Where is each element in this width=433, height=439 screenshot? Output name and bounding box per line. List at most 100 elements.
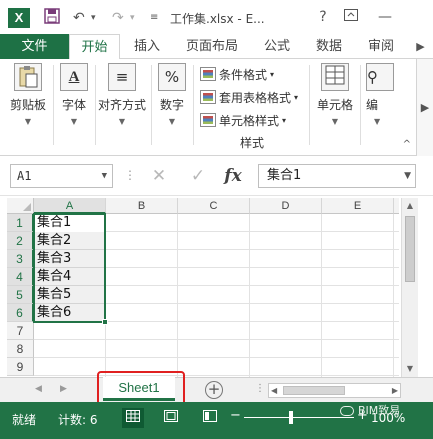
format-as-table-button[interactable]: 套用表格格式 ▾ (200, 87, 298, 107)
row-header[interactable]: 4 (7, 268, 34, 286)
wechat-icon (340, 406, 354, 416)
formula-bar-resize-handle[interactable]: ⋮ (124, 168, 136, 182)
normal-view-icon[interactable] (122, 408, 144, 428)
font-group[interactable]: A 字体 ▼ (56, 63, 92, 126)
column-header-partial[interactable] (394, 198, 399, 214)
cell-a3[interactable]: 集合3 (34, 250, 106, 268)
page-layout-view-icon[interactable] (160, 408, 182, 428)
next-sheet-icon[interactable]: ▶ (60, 384, 67, 394)
undo-icon[interactable]: ↶ (73, 8, 85, 28)
name-box[interactable]: A1 ▼ (10, 164, 113, 188)
fill-handle[interactable] (102, 319, 108, 325)
row-header[interactable]: 6 (7, 304, 34, 322)
number-group[interactable]: % 数字 ▼ (155, 63, 189, 126)
font-icon: A (60, 63, 88, 91)
row-header[interactable]: 9 (7, 358, 34, 376)
redo-icon[interactable]: ↷ (112, 8, 124, 28)
alignment-label: 对齐方式 (97, 98, 146, 112)
percent-icon: % (158, 63, 186, 91)
spreadsheet-grid[interactable]: A B C D E 1 2 3 4 5 6 7 8 9 集合1 集合2 集合3 … (7, 198, 399, 377)
tab-data[interactable]: 数据 (306, 34, 352, 59)
help-icon[interactable]: ? (311, 6, 335, 28)
cell-a5[interactable]: 集合5 (34, 286, 106, 304)
cell-a6[interactable]: 集合6 (34, 304, 106, 322)
status-ready: 就绪 (12, 413, 37, 427)
chevron-down-icon[interactable]: ▼ (102, 165, 107, 187)
horizontal-scrollbar[interactable]: ◀ ▶ (268, 383, 401, 398)
tab-insert[interactable]: 插入 (124, 34, 170, 59)
zoom-slider-track[interactable] (244, 417, 354, 418)
redo-dropdown-icon[interactable]: ▾ (130, 8, 135, 28)
page-break-view-icon[interactable] (199, 408, 221, 428)
row-header[interactable]: 5 (7, 286, 34, 304)
status-count: 计数: 6 (58, 413, 98, 427)
column-header-e[interactable]: E (322, 198, 394, 214)
editing-group[interactable]: ⚲ 编 ▼ (362, 63, 412, 126)
sheet-tabs-bar: ◀ ▶ Sheet1 + ⋮ ◀ ▶ (0, 377, 433, 402)
align-lines-icon: ≡ (108, 63, 136, 91)
clipboard-group[interactable]: 剪贴板 ▼ (6, 63, 50, 126)
row-header[interactable]: 3 (7, 250, 34, 268)
formula-input[interactable]: 集合1 ▼ (258, 164, 416, 188)
previous-sheet-icon[interactable]: ◀ (35, 384, 42, 394)
chevron-down-icon: ▼ (374, 117, 381, 126)
tab-formulas[interactable]: 公式 (254, 34, 300, 59)
column-header-c[interactable]: C (178, 198, 250, 214)
expand-formula-bar-icon[interactable]: ▼ (404, 165, 411, 187)
select-all-corner[interactable] (7, 198, 34, 214)
cells-group[interactable]: 单元格 ▼ (312, 63, 358, 126)
zoom-slider-thumb[interactable] (289, 411, 293, 424)
zoom-out-icon[interactable]: − (230, 408, 241, 423)
insert-function-icon[interactable]: fx (220, 164, 246, 188)
ribbon-divider (95, 65, 96, 145)
column-header-a[interactable]: A (34, 198, 106, 214)
conditional-format-label: 条件格式 (219, 67, 268, 82)
undo-dropdown-icon[interactable]: ▾ (91, 8, 96, 28)
tab-file[interactable]: 文件 (0, 34, 69, 59)
row-header[interactable]: 1 (7, 214, 34, 232)
chevron-down-icon: ▼ (24, 117, 32, 126)
chevron-down-icon: ▼ (70, 117, 78, 126)
conditional-format-button[interactable]: 条件格式 ▾ (200, 64, 274, 84)
cell-styles-icon (200, 113, 216, 127)
ribbon-tabs: 文件 开始 插入 页面布局 公式 数据 审阅 ▶ (0, 34, 433, 60)
save-icon[interactable] (44, 8, 60, 28)
minimize-icon[interactable]: — (373, 6, 397, 28)
vertical-scroll-thumb[interactable] (405, 216, 415, 282)
scroll-left-icon[interactable]: ◀ (271, 384, 277, 398)
conditional-format-icon (200, 67, 216, 81)
sheet-tab-sheet1[interactable]: Sheet1 (103, 377, 175, 401)
scroll-right-icon[interactable]: ▶ (392, 384, 398, 398)
tabs-scroll-icon[interactable]: ▶ (408, 34, 433, 59)
horizontal-scroll-thumb[interactable] (283, 386, 345, 395)
tab-home[interactable]: 开始 (69, 34, 120, 60)
enter-check-icon[interactable]: ✓ (185, 164, 211, 188)
cell-a2[interactable]: 集合2 (34, 232, 106, 250)
window-title: 工作集.xlsx - E... (170, 12, 265, 26)
vertical-scrollbar[interactable]: ▲ ▼ (401, 198, 418, 377)
ribbon-display-options-icon[interactable] (339, 6, 363, 28)
tab-review[interactable]: 审阅 (358, 34, 404, 59)
tab-page-layout[interactable]: 页面布局 (176, 34, 248, 59)
chevron-down-icon: ▾ (294, 92, 299, 102)
cell-styles-button[interactable]: 单元格样式 ▾ (200, 110, 286, 130)
column-header-b[interactable]: B (106, 198, 178, 214)
scroll-down-icon[interactable]: ▼ (402, 361, 418, 377)
cells-grid-icon (321, 63, 349, 91)
ribbon-scroll-right-icon[interactable]: ▶ (416, 59, 433, 156)
tab-split-handle[interactable]: ⋮ (255, 383, 265, 394)
customize-quick-access-icon[interactable]: ≡ (150, 8, 158, 28)
cell-a1[interactable]: 集合1 (34, 214, 106, 232)
editing-label: 编 (366, 98, 379, 112)
collapse-ribbon-icon[interactable]: ^ (403, 139, 411, 150)
scroll-up-icon[interactable]: ▲ (402, 198, 418, 214)
row-header[interactable]: 7 (7, 322, 34, 340)
row-header[interactable]: 2 (7, 232, 34, 250)
ribbon-divider (309, 65, 310, 145)
alignment-group[interactable]: ≡ 对齐方式 ▼ (97, 63, 147, 126)
row-header[interactable]: 8 (7, 340, 34, 358)
cancel-icon[interactable]: ✕ (146, 164, 172, 188)
cell-a4[interactable]: 集合4 (34, 268, 106, 286)
add-sheet-icon[interactable]: + (205, 381, 223, 399)
column-header-d[interactable]: D (250, 198, 322, 214)
